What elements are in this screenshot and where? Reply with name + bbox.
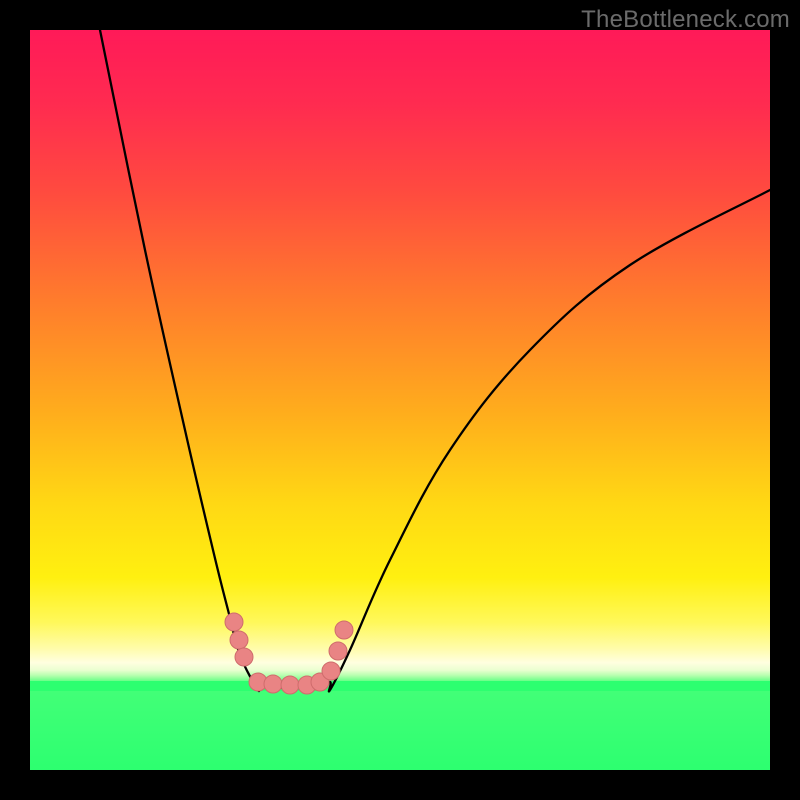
data-dot: [322, 662, 340, 680]
data-dot: [335, 621, 353, 639]
chart-frame: TheBottleneck.com: [0, 0, 800, 800]
data-dot: [329, 642, 347, 660]
data-dot: [230, 631, 248, 649]
data-dot: [264, 675, 282, 693]
curve-group: [100, 30, 770, 691]
data-dot: [281, 676, 299, 694]
data-dot: [235, 648, 253, 666]
plot-area: [30, 30, 770, 770]
data-dot: [225, 613, 243, 631]
bottleneck-curve: [100, 30, 770, 691]
curve-layer: [30, 30, 770, 770]
